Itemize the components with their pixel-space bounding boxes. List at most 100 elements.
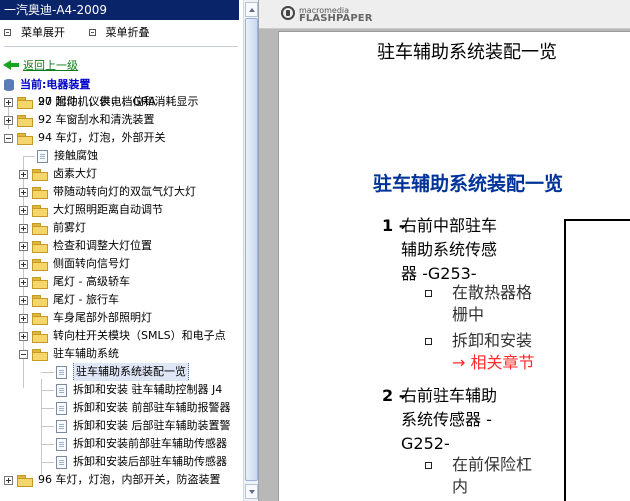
tree-item-halogen[interactable]: 卤素大灯 [0, 165, 245, 183]
flashpaper-logo-icon [281, 6, 295, 20]
tree-item-parking[interactable]: 驻车辅助系统 [0, 345, 245, 363]
folder-open-icon [17, 132, 33, 145]
tree-item-side[interactable]: 侧面转向信号灯 [0, 255, 245, 273]
expand-icon[interactable] [19, 295, 28, 305]
tree-item-label: 尾灯 - 旅行车 [53, 293, 119, 306]
expand-icon[interactable] [19, 331, 28, 341]
expand-icon[interactable] [19, 241, 28, 251]
tree-item-label: 大灯照明距离自动调节 [53, 203, 163, 216]
tree-item-94[interactable]: 94 车灯，灯泡，外部开关 [0, 129, 245, 147]
document-icon [37, 149, 48, 163]
tree-item-label: 卤素大灯 [53, 167, 97, 180]
tree-item-96[interactable]: 96 车灯，灯泡，内部开关，防盗装置 [0, 471, 245, 489]
tree-item-label: 96 车灯，灯泡，内部开关，防盗装置 [38, 473, 221, 486]
collapse-icon[interactable] [4, 133, 13, 143]
tree-item-front-alarm[interactable]: 拆卸和安装 前部驻车辅助报警器 [0, 399, 245, 417]
scroll-down-button[interactable] [245, 484, 258, 499]
tree-item-90[interactable]: 90 附件，仪表，档位和消耗显示 [0, 93, 245, 111]
tree-item-label: 94 车灯，灯泡，外部开关 [38, 131, 166, 144]
back-link-label: 返回上一级 [23, 58, 78, 72]
detail-line: 拆卸和安装 [452, 331, 533, 350]
expand-icon[interactable] [19, 223, 28, 233]
menu-collapse-button[interactable]: 菜单折叠 [88, 24, 160, 40]
item-line: G252- [401, 434, 450, 453]
tree-item-rear-alarm[interactable]: 拆卸和安装 后部驻车辅助装置警 [0, 417, 245, 435]
menu-divider [4, 46, 238, 47]
expand-icon[interactable] [19, 277, 28, 287]
tree-item-label: 侧面转向信号灯 [53, 257, 130, 270]
document-icon [56, 437, 67, 451]
expand-icon[interactable] [4, 115, 13, 125]
tree-item-parking-overview[interactable]: 驻车辅助系统装配一览 [0, 363, 245, 381]
tree-item-label: 驻车辅助系统装配一览 [73, 363, 189, 381]
menu-collapse-label: 菜单折叠 [105, 26, 150, 39]
folder-open-icon [32, 348, 48, 361]
tree-item-tail-wagon[interactable]: 尾灯 - 旅行车 [0, 291, 245, 309]
back-arrow-tail [11, 62, 19, 67]
bullet-icon [425, 290, 432, 297]
detail-line: 内 [452, 477, 469, 496]
tree-item-rear-lighting[interactable]: 车身尾部外部照明灯 [0, 309, 245, 327]
back-arrow-icon [3, 59, 11, 70]
tree-item-label: 拆卸和安装前部驻车辅助传感器 [73, 437, 227, 450]
expand-icon[interactable] [19, 205, 28, 215]
collapse-icon[interactable] [19, 349, 28, 359]
tree-item-front-sensor[interactable]: 拆卸和安装前部驻车辅助传感器 [0, 435, 245, 453]
bullet-icon [425, 462, 432, 469]
menu-collapse-icon [88, 28, 96, 36]
tree-item-corrosion[interactable]: 接触腐蚀 [0, 147, 245, 165]
detail-2: 拆卸和安装 → 相关章节 [452, 330, 535, 374]
document-icon [56, 455, 67, 469]
tree-item-label: 检查和调整大灯位置 [53, 239, 152, 252]
document-icon [56, 401, 67, 415]
expand-icon[interactable] [19, 313, 28, 323]
document-viewer: macromedia FLASHPAPER 驻车辅助系统装配一览 驻车辅助系统装… [259, 0, 630, 501]
expand-icon[interactable] [4, 475, 13, 485]
tree-item-adjust[interactable]: 检查和调整大灯位置 [0, 237, 245, 255]
expand-icon[interactable] [4, 97, 13, 107]
tree-item-label: 90 附件，仪表，档位和消耗显示 [38, 95, 199, 108]
scroll-up-button[interactable] [245, 2, 258, 17]
tree-item-smls[interactable]: 转向柱开关模块（SMLS）和电子点 [0, 327, 245, 345]
folder-icon [17, 96, 33, 109]
tree-item-xenon[interactable]: 带随动转向灯的双氙气灯大灯 [0, 183, 245, 201]
menu-expand-icon [4, 28, 11, 36]
expand-icon[interactable] [19, 187, 28, 197]
folder-icon [32, 168, 48, 181]
detail-3: 在前保险杠 内 [452, 454, 532, 498]
tree-item-j4[interactable]: 拆卸和安装 驻车辅助控制器 J4 [0, 381, 245, 399]
tree-item-label: 前雾灯 [53, 221, 86, 234]
list-item-2: 2 - 右前驻车辅助 系统传感器 - G252- [382, 384, 497, 456]
item-number: 1 - [382, 216, 406, 235]
tree-item-92[interactable]: 92 车窗刮水和清洗装置 [0, 111, 245, 129]
item-line: 系统传感器 - [401, 410, 492, 429]
tree-item-label: 接触腐蚀 [54, 149, 98, 162]
folder-icon [32, 276, 48, 289]
folder-icon [32, 204, 48, 217]
document-title: 驻车辅助系统装配一览 [377, 42, 557, 63]
tree-item-label: 拆卸和安装 后部驻车辅助装置警 [73, 419, 231, 432]
scroll-thumb[interactable] [245, 18, 258, 481]
tree-item-label: 拆卸和安装 前部驻车辅助报警器 [73, 401, 231, 414]
tree-item-label: 转向柱开关模块（SMLS）和电子点 [53, 329, 226, 342]
back-link[interactable]: 返回上一级 [3, 57, 78, 72]
tree-item-range[interactable]: 大灯照明距离自动调节 [0, 201, 245, 219]
folder-icon [32, 312, 48, 325]
tree-item-fog[interactable]: 前雾灯 [0, 219, 245, 237]
detail-line: 栅中 [452, 305, 485, 324]
viewer-toolbar: macromedia FLASHPAPER [259, 0, 630, 29]
item-line: 辅助系统传感 [401, 240, 498, 259]
folder-icon [17, 114, 33, 127]
left-scrollbar[interactable] [243, 0, 258, 501]
folder-icon [17, 474, 33, 487]
detail-line: 在前保险杠 [452, 455, 533, 474]
menu-expand-button[interactable]: 菜单展开 [4, 24, 75, 40]
expand-icon[interactable] [19, 259, 28, 269]
folder-icon [32, 186, 48, 199]
tree-item-label: 92 车窗刮水和清洗装置 [38, 113, 155, 126]
related-chapter-link[interactable]: → 相关章节 [452, 352, 535, 374]
document-icon [56, 365, 67, 379]
expand-icon[interactable] [19, 169, 28, 179]
tree-item-rear-sensor[interactable]: 拆卸和安装后部驻车辅助传感器 [0, 453, 245, 471]
tree-item-tail-sedan[interactable]: 尾灯 - 高级轿车 [0, 273, 245, 291]
